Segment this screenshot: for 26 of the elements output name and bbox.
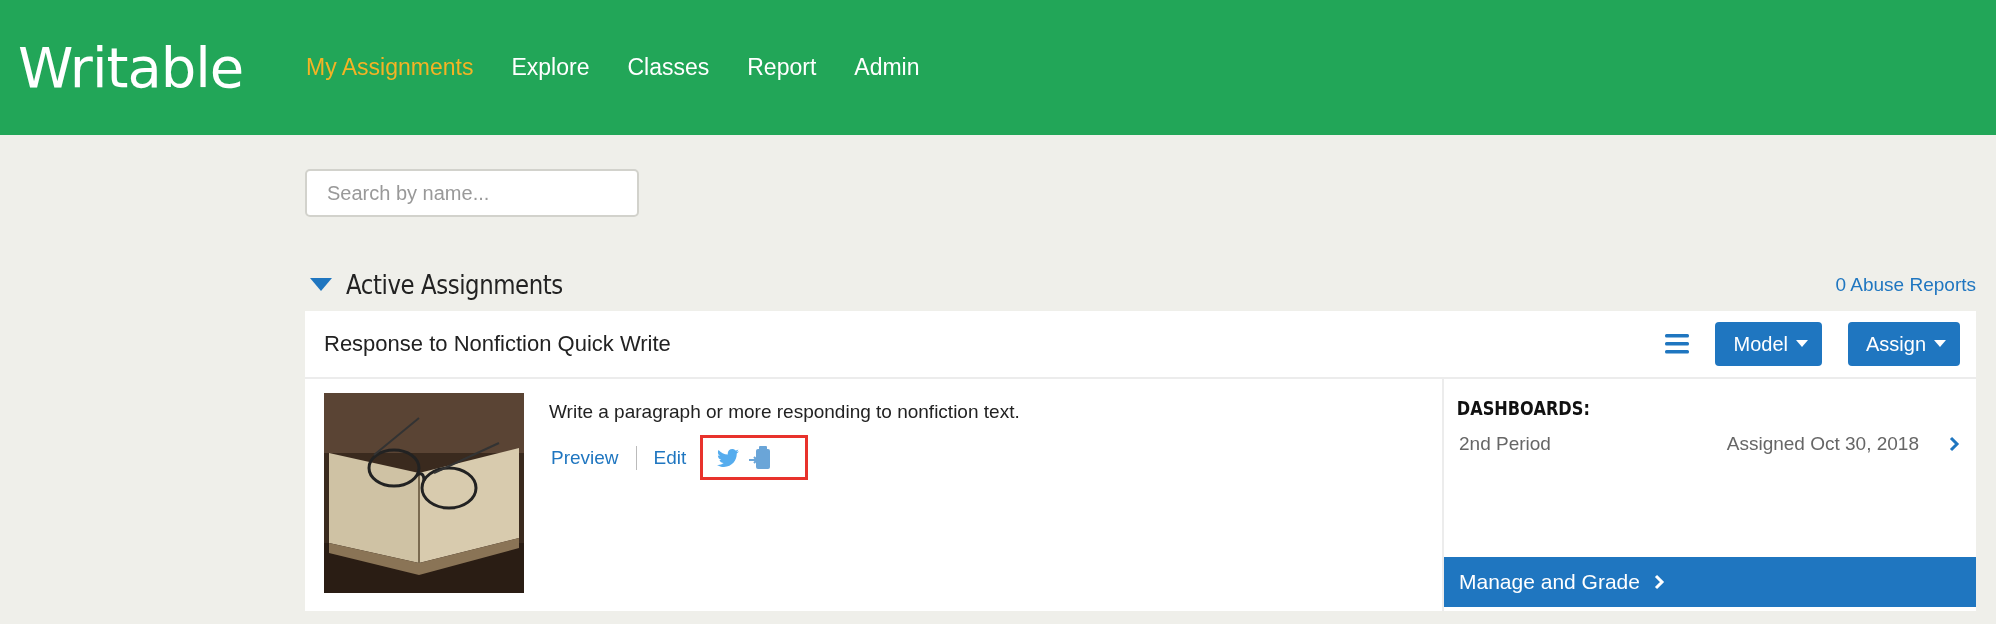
chevron-right-icon[interactable] <box>1949 436 1960 452</box>
class-name: 2nd Period <box>1459 433 1552 455</box>
section-title: Active Assignments <box>346 270 563 300</box>
dropdown-button[interactable]: Assign <box>1847 322 1960 366</box>
nav-link[interactable]: Explore <box>511 54 590 81</box>
nav-link[interactable]: Admin <box>854 54 920 81</box>
dropdown-button[interactable]: Model <box>1715 322 1822 366</box>
chevron-right-icon <box>1653 574 1665 590</box>
assignment-description: Write a paragraph or more responding to nonfiction text. <box>549 401 1020 423</box>
logo[interactable]: Writable <box>18 35 306 100</box>
collapse-triangle-icon[interactable] <box>310 278 332 292</box>
dashboards-heading: DASHBOARDS: <box>1455 396 1591 419</box>
nav-link[interactable]: Classes <box>627 54 710 81</box>
nav-link[interactable]: Report <box>747 54 817 81</box>
assigned-date: Assigned Oct 30, 2018 <box>1726 433 1919 455</box>
action-link[interactable]: Edit <box>653 446 687 469</box>
manage-and-grade-button[interactable]: Manage and Grade <box>1444 557 1976 607</box>
bird-icon[interactable] <box>717 446 740 469</box>
assignment-title: Response to Nonfiction Quick Write <box>324 331 672 357</box>
action-link[interactable]: Preview <box>551 446 619 469</box>
menu-icon[interactable] <box>1665 334 1690 354</box>
caret-icon <box>1795 340 1808 348</box>
clipboard-icon[interactable] <box>749 445 772 470</box>
abuse-reports-link[interactable]: 0 Abuse Reports <box>1835 274 1976 296</box>
search-field[interactable]: Search by name... <box>305 169 639 217</box>
caret-icon <box>1934 340 1946 348</box>
